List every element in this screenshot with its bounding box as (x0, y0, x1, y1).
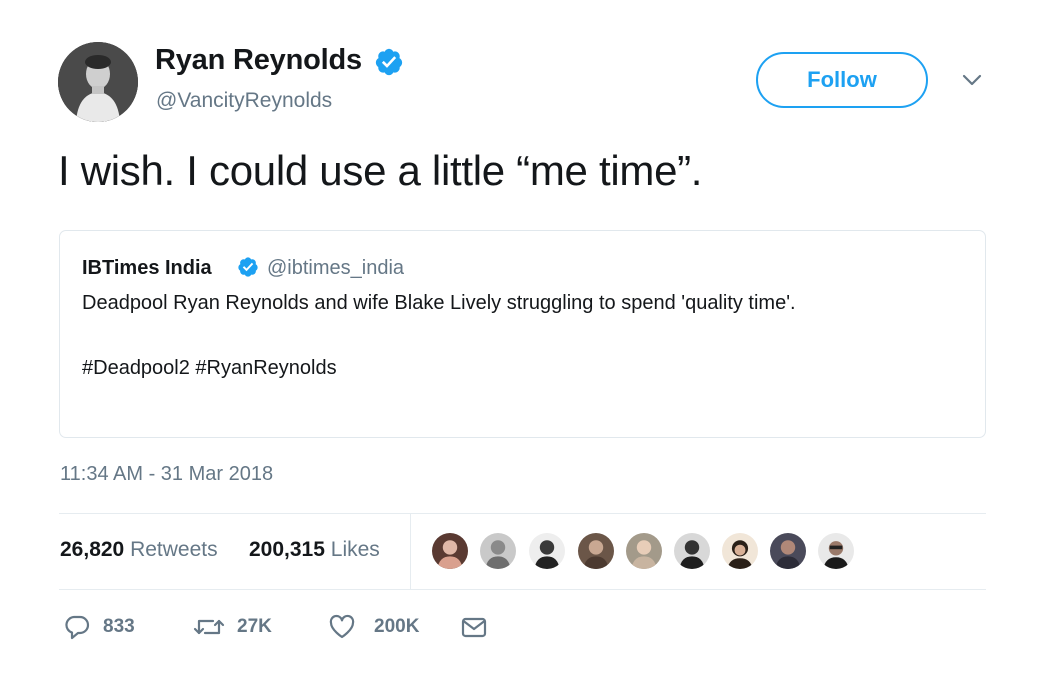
liker-avatar[interactable] (672, 531, 712, 571)
author-handle[interactable]: @VancityReynolds (156, 89, 332, 113)
envelope-icon (461, 617, 487, 638)
tweet-text: I wish. I could use a little “me time”. (58, 147, 703, 194)
likes-stat[interactable]: 200,315 Likes (249, 538, 380, 562)
retweet-count: 27K (237, 616, 272, 637)
direct-message-action[interactable] (460, 612, 488, 642)
like-count: 200K (374, 616, 420, 637)
likes-label: Likes (330, 538, 380, 561)
tweet-timestamp[interactable]: 11:34 AM - 31 Mar 2018 (60, 463, 273, 486)
liker-avatar[interactable] (624, 531, 664, 571)
liker-avatar[interactable] (576, 531, 616, 571)
verified-badge-icon (238, 257, 258, 277)
quoted-handle: @ibtimes_india (267, 257, 405, 279)
liker-avatar[interactable] (816, 531, 856, 571)
reply-count: 833 (103, 616, 135, 637)
likes-count: 200,315 (249, 538, 325, 561)
retweets-count: 26,820 (60, 538, 125, 561)
quoted-hashtags[interactable]: #Deadpool2 #RyanReynolds (82, 357, 337, 380)
retweets-stat[interactable]: 26,820 Retweets (60, 538, 218, 562)
author-avatar[interactable] (58, 42, 138, 122)
divider (410, 514, 411, 589)
divider (59, 589, 986, 590)
verified-badge-icon (375, 48, 403, 76)
quoted-tweet-text: Deadpool Ryan Reynolds and wife Blake Li… (82, 292, 796, 314)
like-action[interactable]: 200K (328, 612, 419, 642)
reply-icon (65, 615, 90, 640)
chevron-down-icon[interactable] (960, 70, 984, 90)
retweet-action[interactable]: 27K (193, 612, 272, 642)
liker-avatar[interactable] (720, 531, 760, 571)
liker-avatar[interactable] (430, 531, 470, 571)
liker-avatar[interactable] (527, 531, 567, 571)
liker-avatar[interactable] (478, 531, 518, 571)
quoted-tweet-card[interactable]: IBTimes India @ibtimes_india Deadpool Ry… (59, 230, 986, 438)
retweet-icon (193, 619, 225, 635)
liker-avatar[interactable] (768, 531, 808, 571)
quoted-display-name: IBTimes India (82, 257, 212, 279)
follow-button[interactable]: Follow (756, 52, 928, 108)
divider (59, 513, 986, 514)
avatar-image (58, 42, 138, 122)
retweets-label: Retweets (130, 538, 218, 561)
author-display-name[interactable]: Ryan Reynolds (155, 44, 362, 77)
heart-icon (329, 614, 355, 639)
reply-action[interactable]: 833 (63, 612, 135, 642)
